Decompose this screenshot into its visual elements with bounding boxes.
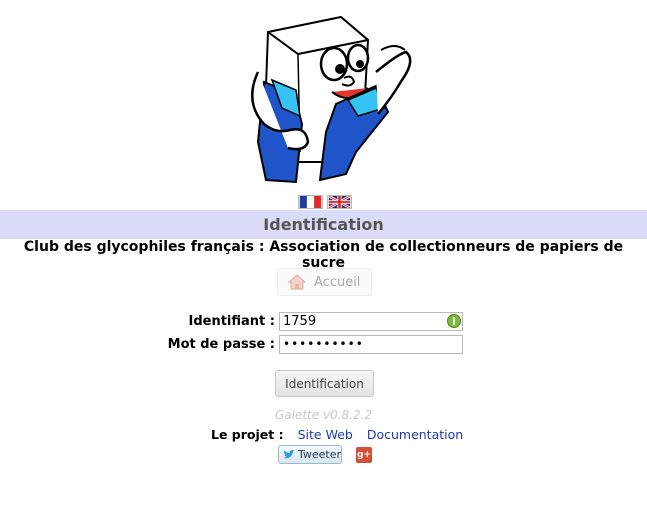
documentation-link[interactable]: Documentation (367, 427, 463, 442)
home-button[interactable]: Accueil (277, 268, 372, 296)
project-label: Le projet : (211, 427, 284, 442)
shield-icon[interactable] (447, 314, 461, 328)
page-banner: Identification (0, 210, 647, 239)
sugar-cube-mascot-logo (251, 15, 412, 184)
flag-fr-icon[interactable] (298, 195, 323, 209)
google-plus-button[interactable]: g+ (356, 447, 372, 463)
password-input[interactable]: •••••••••• (279, 335, 463, 354)
tweet-button-label: Tweeter (297, 448, 341, 461)
password-row: Mot de passe : •••••••••• (0, 335, 647, 355)
home-button-label: Accueil (314, 274, 361, 290)
login-page: Identification Club des glycophiles fran… (0, 0, 647, 511)
twitter-bird-icon (282, 449, 295, 459)
login-submit-button[interactable]: Identification (275, 370, 374, 397)
language-selector (298, 195, 352, 209)
username-input[interactable]: 1759 (279, 312, 463, 331)
page-title: Identification (263, 215, 384, 234)
username-label: Identifiant : (188, 314, 276, 329)
website-link[interactable]: Site Web (298, 427, 353, 442)
password-label: Mot de passe : (167, 337, 275, 352)
house-icon (288, 274, 306, 290)
tweet-button[interactable]: Tweeter (278, 445, 342, 464)
username-row: Identifiant : 1759 (0, 312, 647, 332)
project-links: Le projet : Site Web Documentation (211, 427, 463, 443)
version-text: Galette v0.8.2.2 (274, 408, 373, 422)
flag-uk-icon[interactable] (327, 195, 352, 209)
association-name: Club des glycophiles français : Associat… (23, 239, 624, 271)
